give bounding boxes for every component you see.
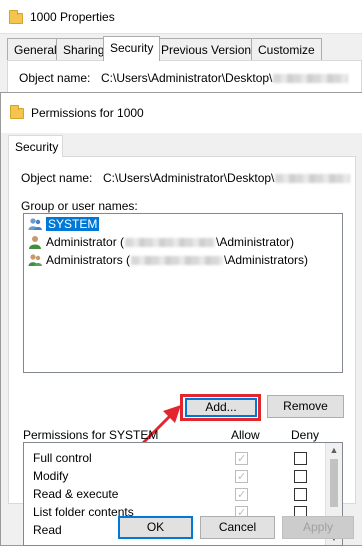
apply-button: Apply <box>282 516 354 539</box>
folder-icon <box>10 105 24 119</box>
object-path-text: C:\Users\Administrator\Desktop\ <box>101 71 273 85</box>
permission-label: Modify <box>33 469 69 483</box>
allow-checkbox <box>235 486 248 504</box>
object-name-label: Object name: <box>19 71 91 85</box>
list-item-label-suffix: \Administrators) <box>224 253 309 267</box>
user-icon <box>29 236 41 249</box>
permission-row-full-control: Full control <box>33 449 323 468</box>
tab-security[interactable]: Security <box>8 135 63 157</box>
deny-checkbox[interactable] <box>294 488 307 501</box>
allow-checkbox <box>235 468 248 486</box>
redacted-text <box>131 256 224 266</box>
ok-button[interactable]: OK <box>118 516 193 539</box>
deny-header: Deny <box>291 428 320 442</box>
permissions-dialog: Permissions for 1000 Security Object nam… <box>0 92 362 546</box>
list-item-label: SYSTEM <box>46 217 100 231</box>
redacted-text <box>273 74 349 84</box>
redacted-text <box>275 174 351 184</box>
deny-checkbox[interactable] <box>294 470 307 483</box>
tab-security-outer[interactable]: Security <box>103 36 161 61</box>
redacted-text <box>125 238 216 248</box>
allow-checkbox <box>235 450 248 468</box>
permission-label: Full control <box>33 451 92 465</box>
object-name-label: Object name: <box>21 171 93 185</box>
list-item-label: Administrator ( <box>46 235 125 249</box>
permission-row-modify: Modify <box>33 467 323 486</box>
cancel-button[interactable]: Cancel <box>200 516 275 539</box>
security-panel: Object name: C:\Users\Administrator\Desk… <box>8 156 356 546</box>
folder-icon <box>9 10 23 24</box>
properties-title: 1000 Properties <box>30 10 115 24</box>
tab-customize[interactable]: Customize <box>251 38 322 60</box>
add-button[interactable]: Add... <box>185 398 257 417</box>
list-item-label: Administrators ( <box>46 253 131 267</box>
group-label: Group or user names: <box>21 199 138 213</box>
list-item-system[interactable]: SYSTEM <box>26 216 336 232</box>
properties-titlebar: 1000 Properties <box>0 0 362 34</box>
deny-checkbox[interactable] <box>294 452 307 465</box>
object-path-text: C:\Users\Administrator\Desktop\ <box>103 171 275 185</box>
remove-button[interactable]: Remove <box>267 395 344 418</box>
user-list[interactable]: SYSTEM Administrator ( \Administrator) Ad… <box>23 213 343 373</box>
permission-row-read-execute: Read & execute <box>33 485 323 504</box>
list-item-label-suffix: \Administrator) <box>216 235 295 249</box>
object-path: C:\Users\Administrator\Desktop\ <box>103 171 351 185</box>
scroll-up-icon[interactable]: ▲ <box>326 445 342 455</box>
permissions-label: Permissions for SYSTEM <box>23 428 159 442</box>
dialog-title: Permissions for 1000 <box>31 106 144 120</box>
permission-label: Read & execute <box>33 487 119 501</box>
users-icon <box>28 254 42 266</box>
permission-label: Read <box>33 523 62 537</box>
tab-previous-versions[interactable]: Previous Versions <box>154 38 265 60</box>
dialog-titlebar: Permissions for 1000 <box>1 93 362 133</box>
scroll-thumb[interactable] <box>330 459 338 507</box>
users-icon <box>28 218 42 230</box>
allow-header: Allow <box>231 428 260 442</box>
list-item-administrator[interactable]: Administrator ( \Administrator) <box>26 234 336 250</box>
list-item-administrators[interactable]: Administrators ( \Administrators) <box>26 252 336 268</box>
object-path: C:\Users\Administrator\Desktop\ <box>101 71 349 85</box>
